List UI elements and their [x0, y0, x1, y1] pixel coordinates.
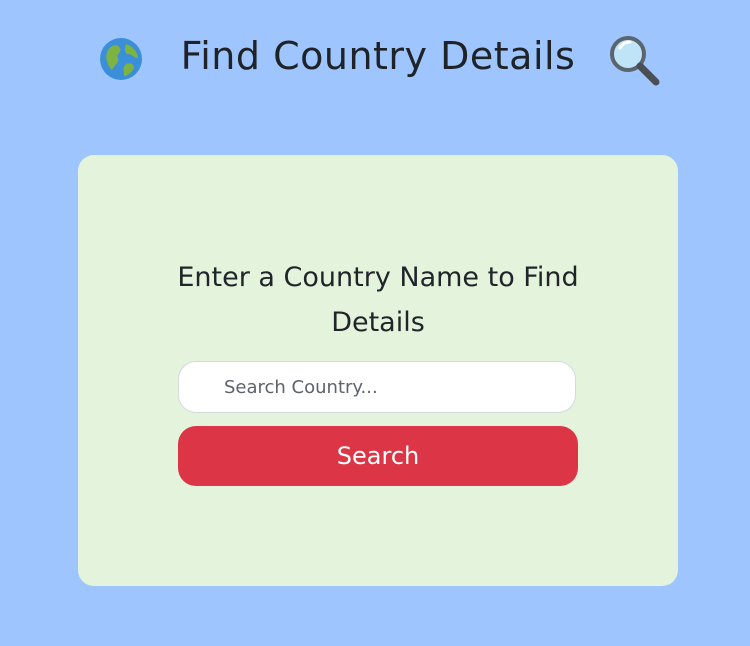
search-button[interactable]: Search [178, 426, 578, 486]
search-prompt: Enter a Country Name to Find Details [177, 262, 579, 338]
header: Find Country Details [0, 28, 750, 88]
globe-icon [100, 38, 142, 80]
page-title: Find Country Details [180, 34, 576, 78]
country-search-input[interactable] [178, 361, 576, 413]
magnifier-icon [610, 36, 660, 86]
search-card: Enter a Country Name to Find Details Sea… [78, 155, 678, 586]
